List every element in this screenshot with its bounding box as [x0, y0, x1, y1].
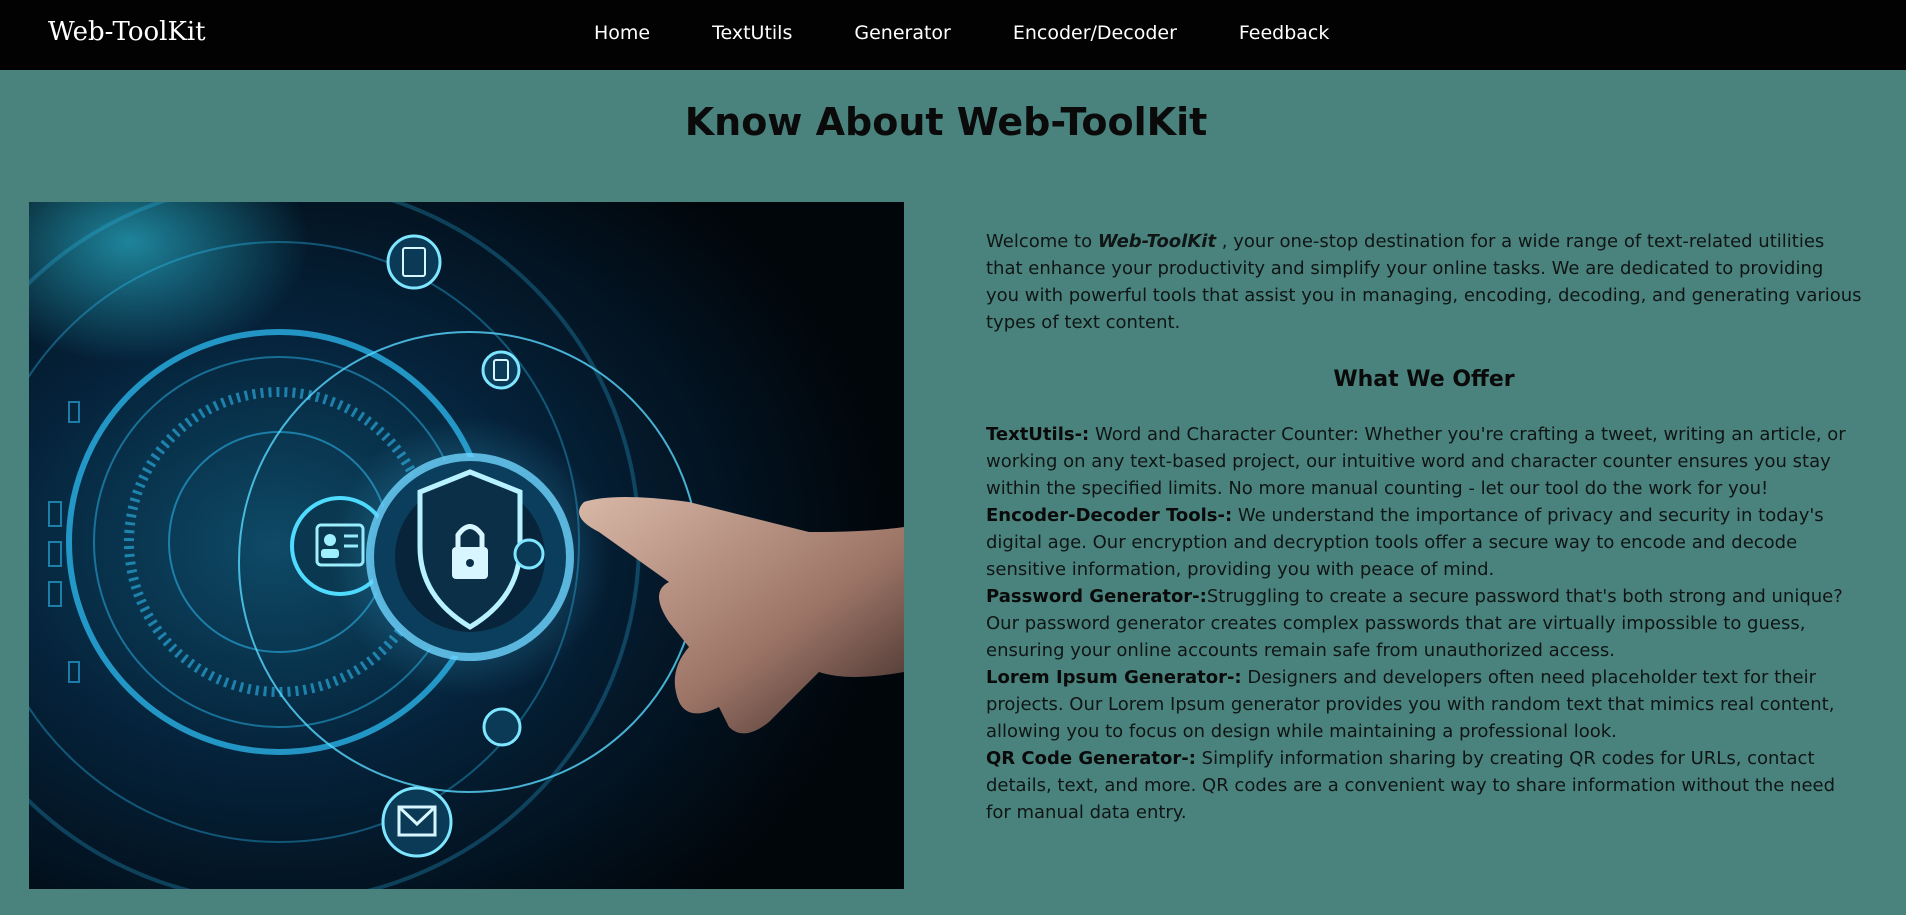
nav-links: Home TextUtils Generator Encoder/Decoder…	[594, 22, 1391, 44]
nav-link-textutils[interactable]: TextUtils	[712, 22, 792, 44]
intro-brand: Web-ToolKit	[1097, 231, 1217, 252]
offer-heading: What We Offer	[1333, 367, 1515, 392]
offer-item-qr-code-generator: QR Code Generator-: Simplify information…	[986, 745, 1862, 826]
brand-logo-link[interactable]: Web-ToolKit	[48, 17, 206, 47]
offer-title: Encoder-Decoder Tools-:	[986, 505, 1233, 526]
offer-title: Lorem Ipsum Generator-:	[986, 667, 1242, 688]
offer-title: Password Generator-:	[986, 586, 1207, 607]
navbar: Web-ToolKit Home TextUtils Generator Enc…	[0, 0, 1906, 70]
intro-prefix: Welcome to	[986, 231, 1098, 252]
offer-title: QR Code Generator-:	[986, 748, 1196, 769]
about-content: Welcome to Web-ToolKit , your one-stop d…	[986, 228, 1862, 826]
cybersecurity-illustration-image	[29, 202, 904, 889]
nav-link-feedback[interactable]: Feedback	[1239, 22, 1329, 44]
nav-link-encoder-decoder[interactable]: Encoder/Decoder	[1013, 22, 1177, 44]
offer-item-lorem-ipsum-generator: Lorem Ipsum Generator-: Designers and de…	[986, 664, 1862, 745]
offer-item-textutils: TextUtils-: Word and Character Counter: …	[986, 421, 1862, 502]
offer-item-encoder-decoder: Encoder-Decoder Tools-: We understand th…	[986, 502, 1862, 583]
nav-link-generator[interactable]: Generator	[854, 22, 950, 44]
page-title: Know About Web-ToolKit	[684, 100, 1208, 144]
nav-link-home[interactable]: Home	[594, 22, 650, 44]
offer-text: Word and Character Counter: Whether you'…	[986, 424, 1846, 499]
intro-paragraph: Welcome to Web-ToolKit , your one-stop d…	[986, 228, 1862, 336]
offer-title: TextUtils-:	[986, 424, 1090, 445]
offer-item-password-generator: Password Generator-:Struggling to create…	[986, 583, 1862, 664]
